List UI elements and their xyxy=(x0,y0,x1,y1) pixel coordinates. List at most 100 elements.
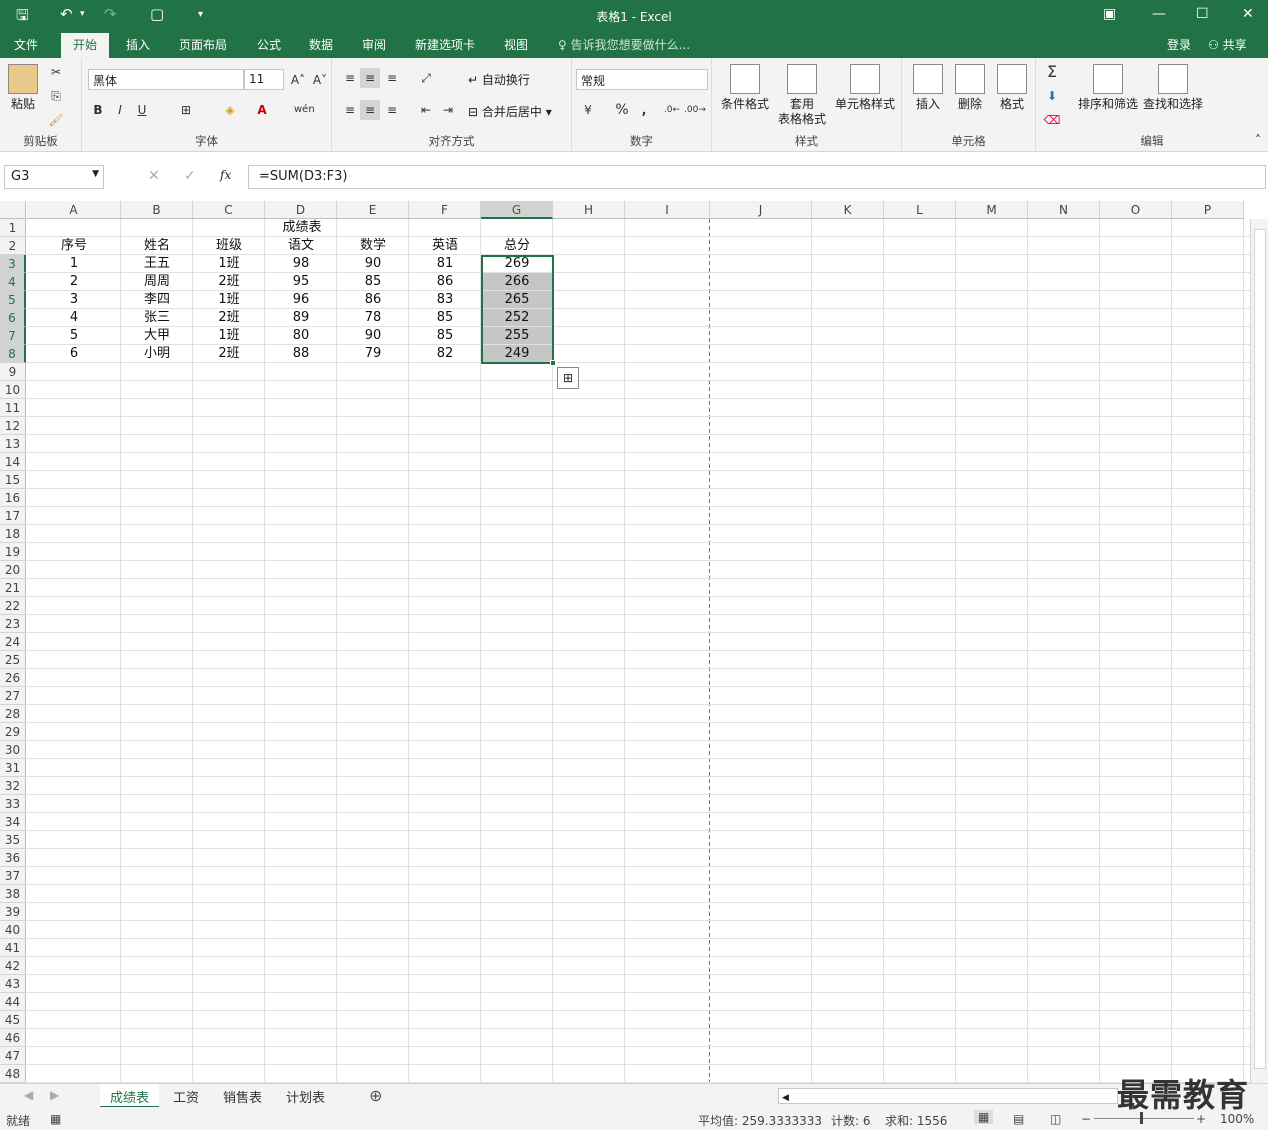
data-cell[interactable]: 81 xyxy=(409,255,481,273)
row-header-29[interactable]: 29 xyxy=(0,723,26,741)
data-cell[interactable]: 2班 xyxy=(193,309,265,327)
format-as-table-button[interactable]: 套用 表格格式 xyxy=(772,64,832,127)
row-header-30[interactable]: 30 xyxy=(0,741,26,759)
normal-view-icon[interactable]: ▦ xyxy=(974,1110,994,1124)
tab-data[interactable]: 数据 xyxy=(309,36,333,53)
row-header-1[interactable]: 1 xyxy=(0,219,26,237)
sheet-tab-plan[interactable]: 计划表 xyxy=(276,1084,335,1108)
data-cell[interactable]: 1班 xyxy=(193,327,265,345)
header-cell[interactable]: 姓名 xyxy=(121,237,193,255)
comma-button[interactable]: , xyxy=(634,100,654,120)
font-size-select[interactable]: 11 xyxy=(244,69,284,90)
column-header-L[interactable]: L xyxy=(884,201,956,219)
row-header-38[interactable]: 38 xyxy=(0,885,26,903)
row-header-21[interactable]: 21 xyxy=(0,579,26,597)
column-header-K[interactable]: K xyxy=(812,201,884,219)
header-cell[interactable]: 数学 xyxy=(337,237,409,255)
data-cell[interactable]: 79 xyxy=(337,345,409,363)
align-top-icon[interactable]: ≡ xyxy=(340,68,360,88)
data-cell[interactable]: 6 xyxy=(27,345,121,363)
data-cell[interactable]: 5 xyxy=(27,327,121,345)
row-header-37[interactable]: 37 xyxy=(0,867,26,885)
data-cell[interactable]: 82 xyxy=(409,345,481,363)
tab-review[interactable]: 审阅 xyxy=(362,36,386,53)
name-box[interactable]: G3 ▼ xyxy=(4,165,104,189)
align-bottom-icon[interactable]: ≡ xyxy=(382,68,402,88)
row-header-10[interactable]: 10 xyxy=(0,381,26,399)
row-header-2[interactable]: 2 xyxy=(0,237,26,255)
decrease-font-icon[interactable]: A˅ xyxy=(310,70,330,90)
row-header-22[interactable]: 22 xyxy=(0,597,26,615)
row-header-48[interactable]: 48 xyxy=(0,1065,26,1083)
data-cell[interactable]: 90 xyxy=(337,327,409,345)
row-header-12[interactable]: 12 xyxy=(0,417,26,435)
delete-cells-button[interactable]: 删除 xyxy=(950,64,990,112)
decrease-indent-icon[interactable]: ⇤ xyxy=(416,100,436,120)
column-header-C[interactable]: C xyxy=(193,201,265,219)
find-select-button[interactable]: 查找和选择 xyxy=(1140,64,1206,112)
column-header-D[interactable]: D xyxy=(265,201,337,219)
column-header-M[interactable]: M xyxy=(956,201,1028,219)
column-header-A[interactable]: A xyxy=(27,201,121,219)
wrap-text-button[interactable]: ↵ 自动换行 xyxy=(468,71,530,88)
zoom-out-icon[interactable]: − xyxy=(1081,1112,1091,1126)
cancel-icon[interactable]: ✕ xyxy=(148,168,160,184)
column-header-E[interactable]: E xyxy=(337,201,409,219)
row-header-39[interactable]: 39 xyxy=(0,903,26,921)
row-header-4[interactable]: 4 xyxy=(0,273,26,291)
enter-icon[interactable]: ✓ xyxy=(184,168,196,184)
data-cell[interactable]: 1 xyxy=(27,255,121,273)
row-header-14[interactable]: 14 xyxy=(0,453,26,471)
row-header-11[interactable]: 11 xyxy=(0,399,26,417)
tab-formulas[interactable]: 公式 xyxy=(257,36,281,53)
ribbon-display-icon[interactable]: ▣ xyxy=(1103,6,1116,22)
header-cell[interactable]: 班级 xyxy=(193,237,265,255)
row-header-46[interactable]: 46 xyxy=(0,1029,26,1047)
data-cell[interactable]: 1班 xyxy=(193,291,265,309)
data-cell[interactable]: 1班 xyxy=(193,255,265,273)
align-left-icon[interactable]: ≡ xyxy=(340,100,360,120)
header-cell[interactable]: 英语 xyxy=(409,237,481,255)
decrease-decimal-icon[interactable]: .00→ xyxy=(684,100,706,120)
row-header-45[interactable]: 45 xyxy=(0,1011,26,1029)
scroll-left-icon[interactable]: ◀ xyxy=(779,1093,789,1103)
row-header-9[interactable]: 9 xyxy=(0,363,26,381)
data-cell[interactable]: 王五 xyxy=(121,255,193,273)
row-header-16[interactable]: 16 xyxy=(0,489,26,507)
share-button[interactable]: ⚇ 共享 xyxy=(1208,36,1247,53)
row-header-24[interactable]: 24 xyxy=(0,633,26,651)
fill-handle[interactable] xyxy=(550,360,556,366)
prev-sheet-icon[interactable]: ◀ xyxy=(24,1088,33,1102)
data-cell[interactable]: 90 xyxy=(337,255,409,273)
column-header-I[interactable]: I xyxy=(625,201,710,219)
maximize-icon[interactable]: ☐ xyxy=(1196,6,1209,22)
row-header-17[interactable]: 17 xyxy=(0,507,26,525)
increase-indent-icon[interactable]: ⇥ xyxy=(438,100,458,120)
row-header-44[interactable]: 44 xyxy=(0,993,26,1011)
align-center-icon[interactable]: ≡ xyxy=(360,100,380,120)
row-header-7[interactable]: 7 xyxy=(0,327,26,345)
column-header-B[interactable]: B xyxy=(121,201,193,219)
macro-record-icon[interactable]: ▦ xyxy=(50,1112,61,1126)
format-cells-button[interactable]: 格式 xyxy=(992,64,1032,112)
row-header-20[interactable]: 20 xyxy=(0,561,26,579)
sort-filter-button[interactable]: 排序和筛选 xyxy=(1076,64,1140,112)
data-cell[interactable]: 96 xyxy=(265,291,337,309)
column-header-H[interactable]: H xyxy=(553,201,625,219)
percent-button[interactable]: % xyxy=(612,100,632,120)
header-cell[interactable]: 序号 xyxy=(27,237,121,255)
row-header-40[interactable]: 40 xyxy=(0,921,26,939)
data-cell[interactable]: 83 xyxy=(409,291,481,309)
data-cell[interactable]: 88 xyxy=(265,345,337,363)
data-cell[interactable]: 89 xyxy=(265,309,337,327)
add-sheet-icon[interactable]: ⊕ xyxy=(369,1086,382,1105)
column-header-O[interactable]: O xyxy=(1100,201,1172,219)
data-cell[interactable]: 86 xyxy=(409,273,481,291)
column-header-P[interactable]: P xyxy=(1172,201,1244,219)
column-header-J[interactable]: J xyxy=(710,201,812,219)
row-header-8[interactable]: 8 xyxy=(0,345,26,363)
vertical-scroll-thumb[interactable] xyxy=(1254,229,1266,1069)
tell-me-search[interactable]: ♀ 告诉我您想要做什么... xyxy=(558,36,690,53)
row-header-25[interactable]: 25 xyxy=(0,651,26,669)
increase-font-icon[interactable]: A˄ xyxy=(288,70,308,90)
